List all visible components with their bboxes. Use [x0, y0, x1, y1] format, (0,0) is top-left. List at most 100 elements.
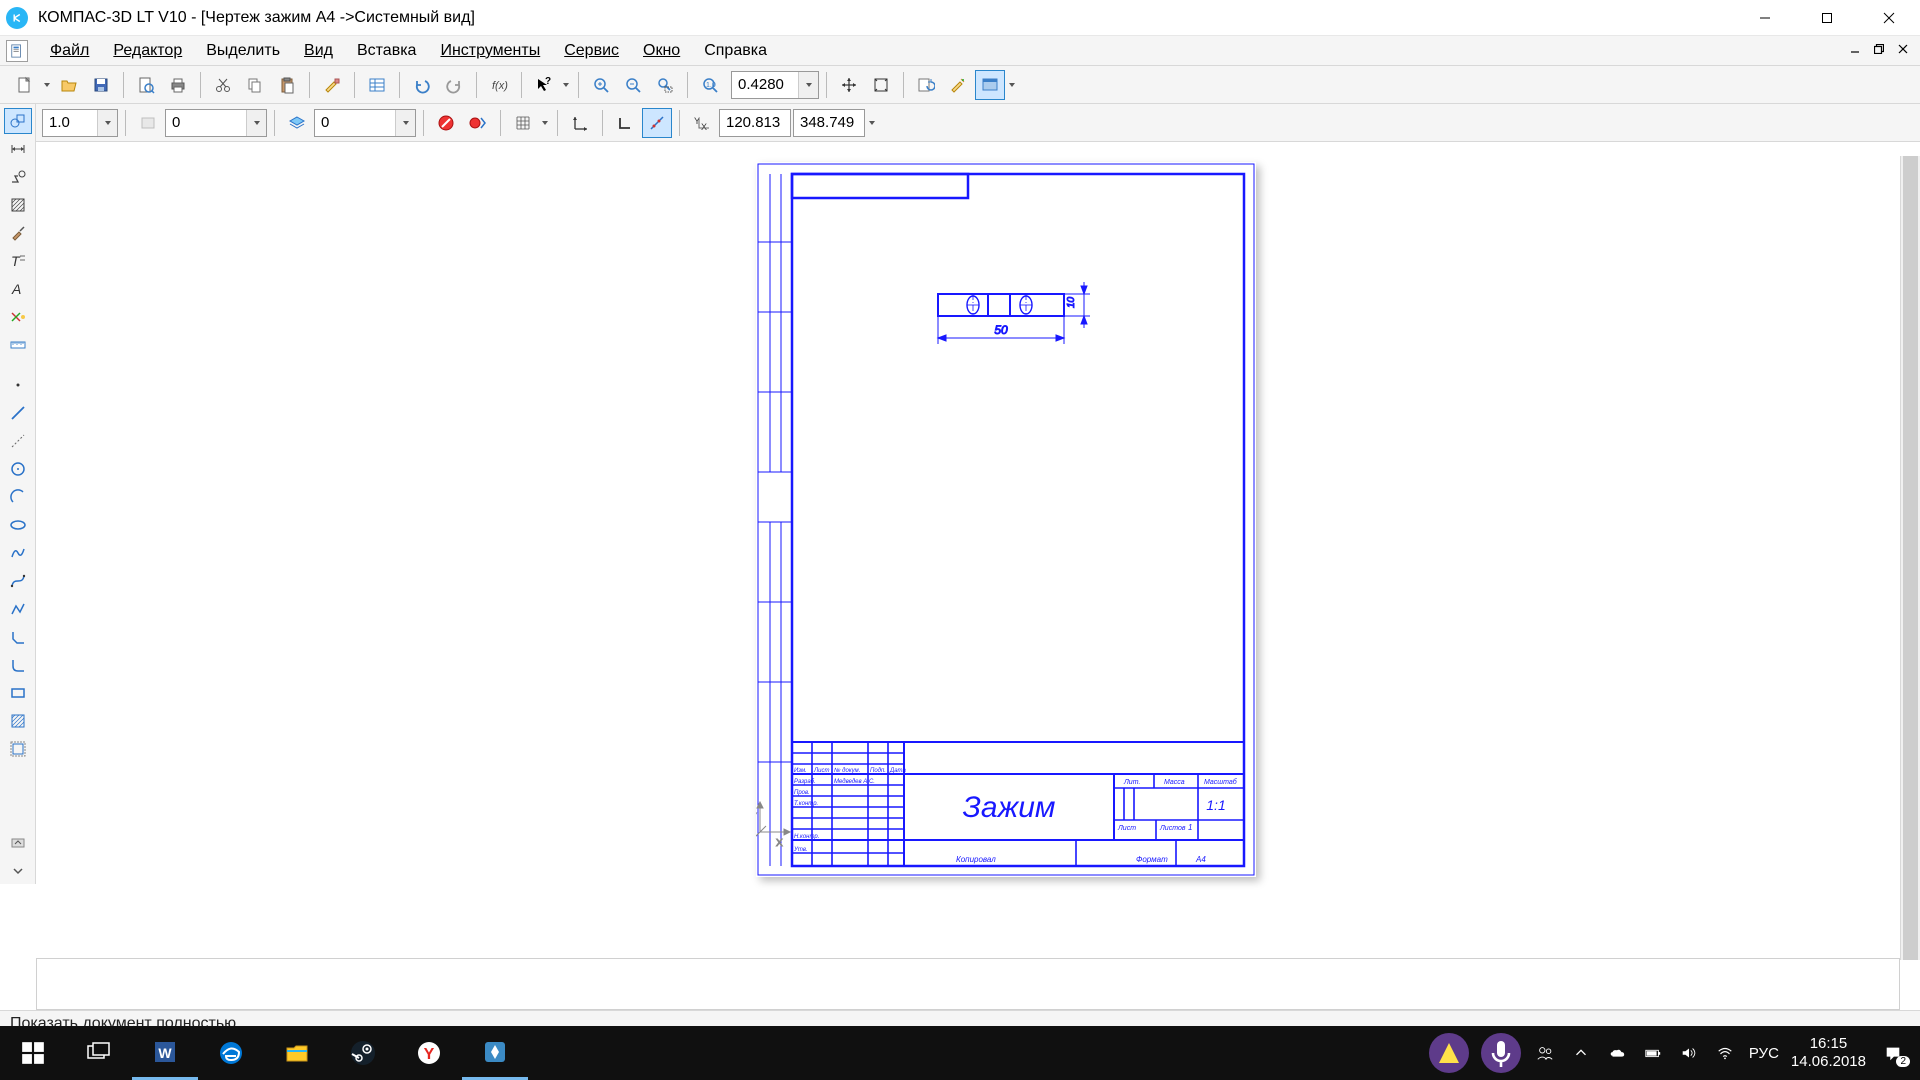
state-button[interactable] — [133, 108, 163, 138]
undo-button[interactable] — [407, 70, 437, 100]
mdi-minimize-button[interactable] — [1844, 40, 1866, 58]
zoom-window-button[interactable] — [650, 70, 680, 100]
wifi-icon[interactable] — [1713, 1041, 1737, 1065]
step-combo[interactable] — [42, 109, 118, 137]
ortho-button[interactable] — [610, 108, 640, 138]
cut-button[interactable] — [208, 70, 238, 100]
mic-button[interactable] — [1481, 1033, 1521, 1073]
menu-file[interactable]: Файл — [38, 38, 101, 64]
chamfer-button[interactable] — [4, 624, 32, 650]
steam-button[interactable] — [330, 1026, 396, 1080]
redo-button[interactable] — [439, 70, 469, 100]
zoom-combo[interactable] — [731, 71, 819, 99]
paste-button[interactable] — [272, 70, 302, 100]
menu-insert[interactable]: Вставка — [345, 38, 428, 64]
menu-window[interactable]: Окно — [631, 38, 692, 64]
state-arrow[interactable] — [246, 110, 266, 136]
zoom-in-button[interactable] — [586, 70, 616, 100]
text-a-button[interactable]: A — [4, 276, 32, 302]
people-icon[interactable] — [1533, 1041, 1557, 1065]
print-preview-button[interactable] — [131, 70, 161, 100]
aux-line-button[interactable] — [4, 428, 32, 454]
coord-x-box[interactable]: 120.813 — [719, 109, 791, 137]
zoom-input[interactable] — [732, 72, 798, 98]
zoom-scale-button[interactable]: 1.0 — [695, 70, 725, 100]
tray-chevron-icon[interactable] — [1569, 1041, 1593, 1065]
zoom-out-button[interactable] — [618, 70, 648, 100]
text-panel-button[interactable]: T — [4, 248, 32, 274]
coord-y-box[interactable]: 348.749 — [793, 109, 865, 137]
round-button[interactable] — [642, 108, 672, 138]
rebuild-button[interactable] — [943, 70, 973, 100]
onedrive-icon[interactable] — [1605, 1041, 1629, 1065]
layer-combo[interactable] — [314, 109, 416, 137]
refresh-button[interactable] — [911, 70, 941, 100]
function-button[interactable]: f(x) — [484, 70, 514, 100]
state-input[interactable] — [166, 110, 246, 136]
alice-button[interactable] — [1429, 1033, 1469, 1073]
circle-button[interactable] — [4, 456, 32, 482]
toolbar2-overflow[interactable] — [867, 119, 877, 127]
measure-panel-button[interactable] — [4, 332, 32, 358]
local-cs-button[interactable] — [565, 108, 595, 138]
open-button[interactable] — [54, 70, 84, 100]
bezier-button[interactable] — [4, 568, 32, 594]
step-arrow[interactable] — [97, 110, 117, 136]
drawing-canvas[interactable]: Зажим 1:1 Лит. Масса Масштаб Лист Листов… — [36, 156, 1920, 960]
language-indicator[interactable]: РУС — [1749, 1045, 1779, 1062]
panel-expand-button[interactable] — [4, 858, 32, 884]
vertical-scrollbar[interactable] — [1900, 156, 1920, 960]
panel-settings-button[interactable] — [4, 830, 32, 856]
point-button[interactable] — [4, 372, 32, 398]
layer-button[interactable] — [282, 108, 312, 138]
maximize-button[interactable] — [1796, 0, 1858, 36]
equidistant-button[interactable] — [4, 736, 32, 762]
arc-button[interactable] — [4, 484, 32, 510]
zoom-fit-button[interactable] — [866, 70, 896, 100]
stop2-button[interactable] — [463, 108, 493, 138]
menu-service[interactable]: Сервис — [552, 38, 631, 64]
properties-button[interactable] — [317, 70, 347, 100]
coord-label-button[interactable]: YX — [687, 108, 717, 138]
show-all-button[interactable] — [975, 70, 1005, 100]
variables-button[interactable] — [362, 70, 392, 100]
mdi-restore-button[interactable] — [1868, 40, 1890, 58]
kompas-button[interactable] — [462, 1026, 528, 1080]
polyline-button[interactable] — [4, 596, 32, 622]
geometry-panel-button[interactable] — [4, 108, 32, 134]
start-button[interactable] — [0, 1026, 66, 1080]
grid-button[interactable] — [508, 108, 538, 138]
hatch-button[interactable] — [4, 708, 32, 734]
menu-help[interactable]: Справка — [692, 38, 779, 64]
stop-button[interactable] — [431, 108, 461, 138]
grid-dropdown[interactable] — [540, 119, 550, 127]
menu-view[interactable]: Вид — [292, 38, 345, 64]
ellipse-button[interactable] — [4, 512, 32, 538]
edit-panel-button[interactable] — [4, 220, 32, 246]
fillet-button[interactable] — [4, 652, 32, 678]
zoom-dropdown-arrow[interactable] — [798, 72, 818, 98]
toolbar1-overflow[interactable] — [561, 81, 571, 89]
yandex-button[interactable]: Y — [396, 1026, 462, 1080]
parameters-panel-button[interactable] — [4, 304, 32, 330]
minimize-button[interactable] — [1734, 0, 1796, 36]
new-button[interactable] — [10, 70, 40, 100]
menu-editor[interactable]: Редактор — [101, 38, 194, 64]
explorer-button[interactable] — [264, 1026, 330, 1080]
rectangle-button[interactable] — [4, 680, 32, 706]
print-button[interactable] — [163, 70, 193, 100]
volume-icon[interactable] — [1677, 1041, 1701, 1065]
step-input[interactable] — [43, 110, 97, 136]
battery-icon[interactable] — [1641, 1041, 1665, 1065]
line-button[interactable] — [4, 400, 32, 426]
word-button[interactable]: W — [132, 1026, 198, 1080]
state-combo[interactable] — [165, 109, 267, 137]
spline-button[interactable] — [4, 540, 32, 566]
pan-button[interactable] — [834, 70, 864, 100]
symbols-panel-button[interactable] — [4, 164, 32, 190]
layer-arrow[interactable] — [395, 110, 415, 136]
menu-select[interactable]: Выделить — [194, 38, 292, 64]
help-cursor-button[interactable]: ? — [529, 70, 559, 100]
layer-input[interactable] — [315, 110, 395, 136]
mdi-close-button[interactable] — [1892, 40, 1914, 58]
